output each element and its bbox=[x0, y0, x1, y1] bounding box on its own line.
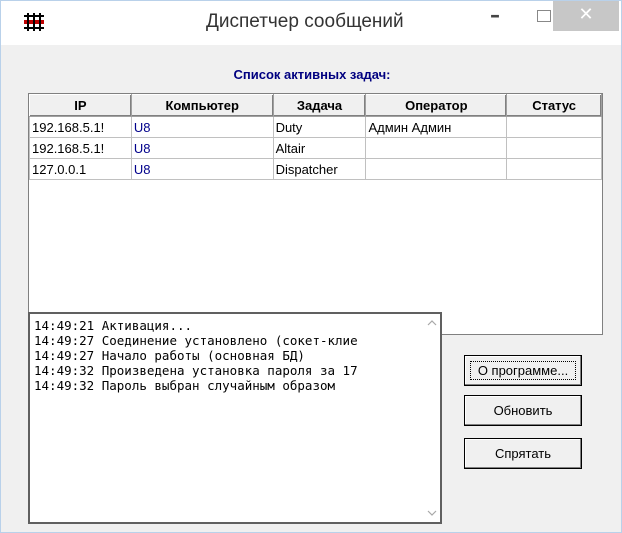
table-header-row: IP Компьютер Задача Оператор Статус bbox=[29, 94, 602, 117]
window-title: Диспетчер сообщений bbox=[206, 11, 404, 32]
column-header-status[interactable]: Статус bbox=[506, 94, 602, 117]
column-header-computer[interactable]: Компьютер bbox=[130, 94, 274, 117]
task-grid[interactable]: IP Компьютер Задача Оператор Статус 192.… bbox=[28, 93, 603, 335]
cell-operator bbox=[365, 137, 508, 159]
minimize-button[interactable]: – bbox=[475, 1, 515, 31]
cell-operator: Админ Админ bbox=[365, 116, 508, 138]
maximize-icon bbox=[537, 10, 551, 22]
message-dispatcher-window: Диспетчер сообщений – ✕ Список активных … bbox=[0, 0, 622, 533]
column-header-ip[interactable]: IP bbox=[29, 94, 132, 117]
cell-task: Duty bbox=[272, 116, 367, 138]
cell-ip: 192.168.5.1! bbox=[29, 137, 132, 159]
column-header-operator[interactable]: Оператор bbox=[365, 94, 508, 117]
about-button-label: О программе... bbox=[477, 363, 569, 378]
scroll-down-arrow-icon[interactable] bbox=[427, 508, 437, 518]
log-line: 14:49:27 Соединение установлено (сокет-к… bbox=[34, 333, 358, 348]
log-memo[interactable]: 14:49:21 Активация... 14:49:27 Соединени… bbox=[28, 312, 442, 524]
table-row[interactable]: 192.168.5.1! U8 Altair bbox=[29, 137, 602, 159]
column-header-task[interactable]: Задача bbox=[272, 94, 367, 117]
title-bar[interactable]: Диспетчер сообщений – ✕ bbox=[1, 1, 621, 45]
cell-computer: U8 bbox=[130, 158, 274, 180]
cell-computer: U8 bbox=[130, 137, 274, 159]
table-row[interactable]: 192.168.5.1! U8 Duty Админ Админ bbox=[29, 116, 602, 138]
task-list-caption: Список активных задач: bbox=[233, 67, 391, 82]
cell-computer: U8 bbox=[130, 116, 274, 138]
task-table: IP Компьютер Задача Оператор Статус 192.… bbox=[29, 94, 602, 180]
scroll-up-arrow-icon[interactable] bbox=[427, 318, 437, 328]
cell-ip: 192.168.5.1! bbox=[29, 116, 132, 138]
cell-ip: 127.0.0.1 bbox=[29, 158, 132, 180]
log-lines: 14:49:21 Активация... 14:49:27 Соединени… bbox=[34, 318, 426, 393]
refresh-button-label: Обновить bbox=[493, 403, 553, 418]
cell-task: Dispatcher bbox=[272, 158, 367, 180]
cell-status bbox=[506, 116, 602, 138]
cell-status bbox=[506, 137, 602, 159]
hide-button[interactable]: Спрятать bbox=[464, 438, 582, 469]
log-line: 14:49:27 Начало работы (основная БД) bbox=[34, 348, 305, 363]
log-line: 14:49:21 Активация... bbox=[34, 318, 193, 333]
cell-status bbox=[506, 158, 602, 180]
app-icon[interactable] bbox=[23, 11, 45, 33]
about-button[interactable]: О программе... bbox=[464, 355, 582, 386]
cell-operator bbox=[365, 158, 508, 180]
client-area: Список активных задач: IP Компьютер Зада… bbox=[9, 45, 615, 525]
log-scrollbar[interactable] bbox=[424, 314, 440, 522]
hide-button-label: Спрятать bbox=[494, 446, 552, 461]
log-line: 14:49:32 Пароль выбран случайным образом bbox=[34, 378, 336, 393]
refresh-button[interactable]: Обновить bbox=[464, 395, 582, 426]
table-row[interactable]: 127.0.0.1 U8 Dispatcher bbox=[29, 158, 602, 180]
close-button[interactable]: ✕ bbox=[553, 1, 619, 31]
log-line: 14:49:32 Произведена установка пароля за… bbox=[34, 363, 358, 378]
cell-task: Altair bbox=[272, 137, 367, 159]
